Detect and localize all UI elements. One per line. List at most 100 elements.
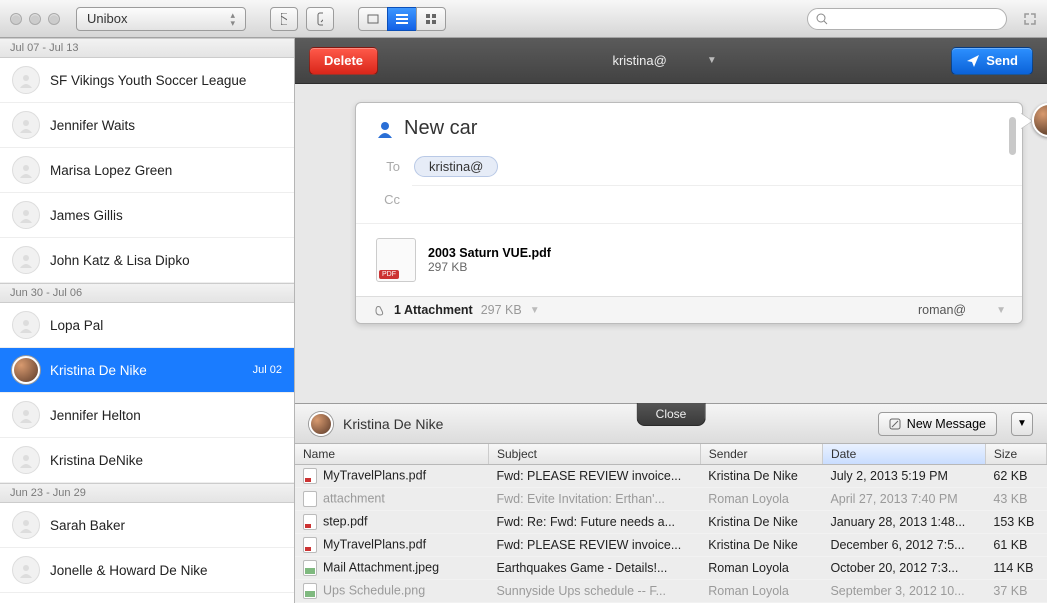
compose-toolbar: Delete kristina@ ▼ Send [295,38,1047,84]
contact-row[interactable]: Jennifer Helton [0,393,294,438]
view-card-icon[interactable] [358,7,388,31]
file-subject: Fwd: PLEASE REVIEW invoice... [488,534,700,557]
inbox-icon[interactable] [270,7,298,31]
chevron-down-icon[interactable]: ▼ [530,305,540,316]
view-segmented [358,7,446,31]
contact-name: Jennifer Waits [50,118,135,133]
contact-row[interactable]: Jennifer Waits [0,103,294,148]
attachment-preview[interactable]: 2003 Saturn VUE.pdf 297 KB [356,223,1022,296]
view-list-icon[interactable] [387,7,417,31]
contact-row[interactable]: Sarah Baker [0,503,294,548]
file-sender: Roman Loyola [700,557,822,580]
file-name: MyTravelPlans.pdf [323,537,426,551]
compose-card: New car To kristina@ Cc 2003 Saturn VUE.… [355,102,1023,324]
avatar [12,311,40,339]
avatar [12,246,40,274]
file-date: December 6, 2012 7:5... [822,534,985,557]
app-name: Unibox [87,7,127,31]
contact-row[interactable]: James Gillis [0,193,294,238]
send-button[interactable]: Send [951,47,1033,75]
sender-avatar [1032,103,1047,137]
to-chip[interactable]: kristina@ [414,156,498,177]
file-icon [303,491,317,507]
file-subject: Fwd: Evite Invitation: Erthan'... [488,488,700,511]
avatar [12,401,40,429]
close-button[interactable]: Close [637,403,706,426]
table-row[interactable]: MyTravelPlans.pdf Fwd: PLEASE REVIEW invo… [295,534,1047,557]
file-sender: Roman Loyola [700,580,822,603]
col-subject[interactable]: Subject [488,444,700,465]
table-row[interactable]: MyTravelPlans.pdfFwd: PLEASE REVIEW invo… [295,465,1047,488]
avatar [12,556,40,584]
account-switcher[interactable]: Unibox ▴▾ [76,7,246,31]
file-name: Mail Attachment.jpeg [323,560,439,574]
date-group-header: Jun 30 - Jul 06 [0,283,294,303]
date-group-header: Jul 07 - Jul 13 [0,38,294,58]
from-dropdown[interactable]: kristina@ ▼ [390,53,939,68]
paper-plane-icon [966,54,980,68]
attachment-size: 297 KB [428,260,551,274]
table-row[interactable]: step.pdfFwd: Re: Fwd: Future needs a...K… [295,511,1047,534]
pdf-icon [376,238,416,282]
file-sender: Roman Loyola [700,488,822,511]
contact-row[interactable]: John Katz & Lisa Dipko [0,238,294,283]
contact-name: SF Vikings Youth Soccer League [50,73,246,88]
new-message-button[interactable]: New Message [878,412,997,436]
attachment-total-size: 297 KB [481,303,522,317]
contact-name: Sarah Baker [50,518,125,533]
contact-name: John Katz & Lisa Dipko [50,253,190,268]
table-row[interactable]: attachment Fwd: Evite Invitation: Erthan'… [295,488,1047,511]
minimize-window[interactable] [29,13,41,25]
content-pane: Delete kristina@ ▼ Send New car [295,38,1047,603]
new-message-menu[interactable]: ▼ [1011,412,1033,436]
file-icon [303,537,317,553]
table-row[interactable]: Ups Schedule.pngSunnyside Ups schedule -… [295,580,1047,603]
col-sender[interactable]: Sender [700,444,822,465]
contact-row[interactable]: SF Vikings Youth Soccer League [0,58,294,103]
contact-name: Marisa Lopez Green [50,163,172,178]
file-size: 62 KB [985,465,1046,488]
contacts-sidebar[interactable]: Jul 07 - Jul 13 SF Vikings Youth Soccer … [0,38,295,603]
subject-field[interactable]: New car [404,117,1002,140]
contact-row[interactable]: Kristina DeNike [0,438,294,483]
contact-row[interactable]: Marisa Lopez Green [0,148,294,193]
attachments-header: Close Kristina De Nike New Message ▼ [295,404,1047,444]
zoom-window[interactable] [48,13,60,25]
contact-name: Lopa Pal [50,318,103,333]
attachments-pane: Close Kristina De Nike New Message ▼ Nam… [295,403,1047,603]
file-date: January 28, 2013 1:48... [822,511,985,534]
file-name: attachment [323,491,385,505]
compose-icon[interactable] [306,7,334,31]
contact-name: Kristina DeNike [50,453,143,468]
contact-name: Jonelle & Howard De Nike [50,563,208,578]
col-size[interactable]: Size [985,444,1046,465]
compose-icon [889,418,901,430]
view-grid-icon[interactable] [416,7,446,31]
file-date: October 20, 2012 7:3... [822,557,985,580]
file-subject: Earthquakes Game - Details!... [488,557,700,580]
scrollbar[interactable] [1009,117,1016,155]
table-row[interactable]: Mail Attachment.jpeg Earthquakes Game - D… [295,557,1047,580]
attachment-name: 2003 Saturn VUE.pdf [428,246,551,260]
col-date[interactable]: Date [822,444,985,465]
contact-date: Jul 02 [253,364,282,376]
contact-name: Jennifer Helton [50,408,141,423]
close-window[interactable] [10,13,22,25]
sender-account-dropdown[interactable]: roman@ ▼ [918,303,1006,317]
chevron-down-icon: ▼ [707,55,717,66]
attachments-table: Name Subject Sender Date Size MyTravelPl… [295,444,1047,603]
contact-row[interactable]: Jonelle & Howard De Nike [0,548,294,593]
file-date: April 27, 2013 7:40 PM [822,488,985,511]
contact-row-selected[interactable]: Kristina De NikeJul 02 [0,348,294,393]
person-icon [376,120,394,138]
avatar [309,412,333,436]
file-icon [303,514,317,530]
contact-row[interactable]: Lopa Pal [0,303,294,348]
search-input[interactable] [807,8,1007,30]
file-date: July 2, 2013 5:19 PM [822,465,985,488]
delete-button[interactable]: Delete [309,47,378,75]
col-name[interactable]: Name [295,444,488,465]
search-icon [816,13,828,25]
fullscreen-icon[interactable] [1023,12,1037,26]
file-date: September 3, 2012 10... [822,580,985,603]
